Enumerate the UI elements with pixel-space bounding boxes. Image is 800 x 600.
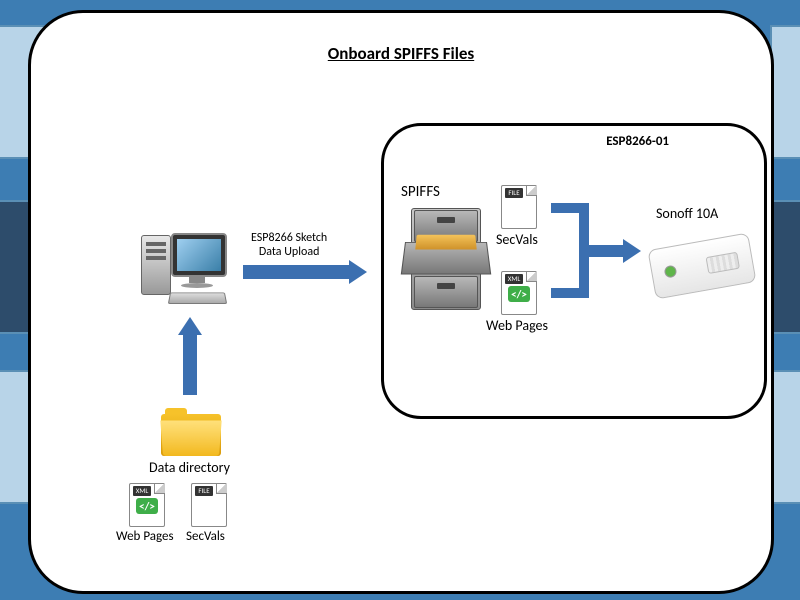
esp8266-title: ESP8266-01 (606, 134, 669, 149)
sonoff-label: Sonoff 10A (656, 205, 718, 222)
upload-label: ESP8266 Sketch Data Upload (251, 231, 327, 259)
arrow-files-to-sonoff-head (623, 239, 641, 263)
data-directory-label: Data directory (149, 459, 230, 476)
arrow-files-to-sonoff-out (587, 245, 625, 257)
secvals-file-icon: FILE (501, 185, 537, 229)
secvals-label-left: SecVals (186, 529, 225, 544)
cabinet-icon (411, 208, 479, 308)
webpages-file-icon-left: XML </> (129, 483, 165, 527)
spiffs-label: SPIFFS (401, 183, 440, 201)
arrow-folder-to-computer (183, 333, 197, 395)
webpages-label-left: Web Pages (116, 529, 174, 544)
secvals-file-icon-left: FILE (191, 483, 227, 527)
secvals-label: SecVals (496, 231, 538, 248)
webpages-label: Web Pages (486, 317, 548, 334)
diagram-title: Onboard SPIFFS Files (31, 43, 771, 64)
diagram-outer-box: Onboard SPIFFS Files Data directory XML … (28, 10, 774, 594)
webpages-file-icon: XML </> (501, 271, 537, 315)
folder-icon (161, 408, 221, 456)
arrow-computer-to-spiffs-head (349, 260, 367, 284)
computer-icon (141, 233, 226, 308)
arrow-folder-to-computer-head (178, 317, 202, 335)
arrow-computer-to-spiffs (243, 265, 351, 279)
